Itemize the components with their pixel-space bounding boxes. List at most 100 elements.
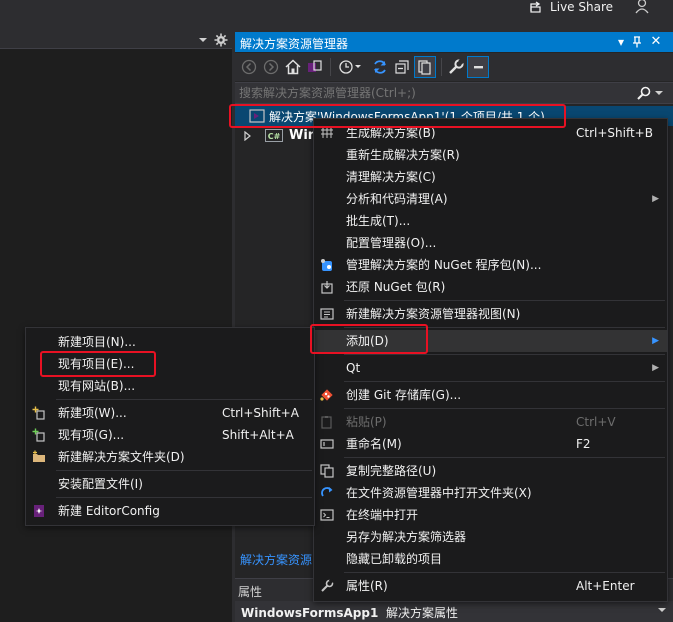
menu-separator (344, 457, 665, 458)
properties-object-selector[interactable]: WindowsFormsApp1 解决方案属性 (235, 601, 673, 622)
wrench-icon (321, 579, 334, 592)
gear-icon[interactable] (214, 33, 228, 47)
submenu-arrow-icon: ▶ (652, 194, 659, 204)
menu-item-open-in-explorer[interactable]: 在文件资源管理器中打开文件夹(X) (314, 482, 667, 504)
menu-item-label: 重新生成解决方案(R) (346, 148, 460, 162)
back-icon[interactable] (240, 58, 258, 76)
new-item-icon (32, 406, 45, 420)
menu-item-label: 分析和代码清理(A) (346, 192, 448, 206)
menu-item-restore-nuget[interactable]: 还原 NuGet 包(R) (314, 276, 667, 298)
chevron-down-icon[interactable] (657, 605, 667, 615)
preview-selected-items-button[interactable] (467, 56, 489, 78)
show-all-files-button[interactable] (414, 56, 436, 78)
expand-arrow-icon[interactable] (244, 131, 252, 141)
menu-item-create-git-repo[interactable]: 创建 Git 存储库(G)... (314, 384, 667, 406)
wrench-icon[interactable] (447, 58, 465, 76)
submenu-item-new-item[interactable]: 新建项(W)... Ctrl+Shift+A (26, 402, 314, 424)
submenu-item-existing-project[interactable]: 现有项目(E)... (26, 353, 314, 375)
menu-item-label: 管理解决方案的 NuGet 程序包(N)... (346, 258, 542, 272)
open-folder-icon (321, 487, 333, 497)
collapse-all-icon[interactable] (393, 58, 411, 76)
menu-item-open-in-terminal[interactable]: 在终端中打开 (314, 504, 667, 526)
menu-item-label: 新建项(W)... (58, 406, 127, 420)
close-button[interactable]: ✕ (649, 34, 663, 50)
forward-icon[interactable] (262, 58, 280, 76)
menu-item-label: 创建 Git 存储库(G)... (346, 388, 462, 402)
menu-item-hide-unloaded-projects[interactable]: 隐藏已卸载的项目 (314, 548, 667, 570)
submenu-item-install-profile[interactable]: 安装配置文件(I) (26, 473, 314, 495)
menu-item-label: 批生成(T)... (346, 214, 411, 228)
pending-changes-filter-icon[interactable] (338, 58, 362, 76)
submenu-item-new-solution-folder[interactable]: 新建解决方案文件夹(D) (26, 446, 314, 468)
solution-explorer-tab[interactable]: 解决方案资源 (240, 551, 312, 568)
menu-item-label: 新建解决方案资源管理器视图(N) (346, 307, 521, 321)
menu-item-new-explorer-view[interactable]: 新建解决方案资源管理器视图(N) (314, 303, 667, 325)
menu-item-copy-full-path[interactable]: 复制完整路径(U) (314, 460, 667, 482)
menu-item-shortcut: Ctrl+Shift+A (222, 406, 299, 420)
csharp-project-icon: C# (265, 129, 283, 142)
git-icon (320, 389, 333, 401)
new-view-icon (320, 308, 334, 320)
menu-item-save-as-filter[interactable]: 另存为解决方案筛选器 (314, 526, 667, 548)
window-position-button[interactable]: ▾ (614, 34, 628, 50)
menu-item-paste[interactable]: 粘贴(P) Ctrl+V (314, 411, 667, 433)
live-share-icon (530, 1, 541, 13)
new-folder-icon (33, 450, 45, 462)
show-all-files-icon (418, 60, 431, 75)
menu-item-configuration-manager[interactable]: 配置管理器(O)... (314, 232, 667, 254)
menu-item-build-solution[interactable]: 生成解决方案(B) Ctrl+Shift+B (314, 122, 667, 144)
tree-item-project[interactable]: C# Win (235, 127, 317, 145)
menu-item-batch-build[interactable]: 批生成(T)... (314, 210, 667, 232)
profile-icon[interactable] (635, 0, 651, 14)
menu-item-label: 重命名(M) (346, 437, 402, 451)
pin-icon[interactable] (631, 36, 643, 48)
solution-context-menu: 生成解决方案(B) Ctrl+Shift+B 重新生成解决方案(R) 清理解决方… (313, 118, 668, 602)
properties-object-text: WindowsFormsApp1 解决方案属性 (241, 604, 458, 621)
solution-explorer-search-input[interactable] (239, 83, 629, 103)
submenu-arrow-icon: ▶ (652, 363, 659, 373)
submenu-item-new-editorconfig[interactable]: 新建 EditorConfig (26, 500, 314, 522)
menu-item-analyze-code-cleanup[interactable]: 分析和代码清理(A) ▶ (314, 188, 667, 210)
menu-item-properties[interactable]: 属性(R) Alt+Enter (314, 575, 667, 597)
sync-icon[interactable] (371, 58, 389, 76)
switch-views-icon[interactable] (306, 58, 324, 76)
menu-item-label: 添加(D) (346, 334, 389, 348)
menu-item-rebuild-solution[interactable]: 重新生成解决方案(R) (314, 144, 667, 166)
properties-title: 属性 (238, 585, 263, 599)
home-icon[interactable] (284, 58, 302, 76)
menu-item-shortcut: F2 (576, 437, 591, 451)
menu-separator (56, 399, 312, 400)
menu-item-label: 复制完整路径(U) (346, 464, 437, 478)
toolbar-separator (330, 58, 331, 76)
search-icon[interactable] (637, 86, 651, 100)
menu-item-clean-solution[interactable]: 清理解决方案(C) (314, 166, 667, 188)
menu-separator (344, 381, 665, 382)
menu-item-manage-nuget[interactable]: 管理解决方案的 NuGet 程序包(N)... (314, 254, 667, 276)
live-share-button[interactable]: Live Share (530, 0, 613, 14)
toolbar-separator (441, 58, 442, 76)
menu-item-add[interactable]: 添加(D) ▶ (314, 330, 667, 352)
solution-explorer-title: 解决方案资源管理器 (240, 37, 349, 51)
menu-item-label: 粘贴(P) (346, 415, 387, 429)
submenu-item-existing-item[interactable]: 现有项(G)... Shift+Alt+A (26, 424, 314, 446)
menu-item-shortcut: Shift+Alt+A (222, 428, 294, 442)
menu-item-label: 在文件资源管理器中打开文件夹(X) (346, 486, 532, 500)
menu-item-qt[interactable]: Qt ▶ (314, 357, 667, 379)
editorconfig-icon (34, 505, 44, 517)
properties-object-type: 解决方案属性 (385, 606, 458, 620)
menu-item-rename[interactable]: 重命名(M) F2 (314, 433, 667, 455)
menu-item-label: 现有项目(E)... (58, 357, 135, 371)
chevron-down-icon[interactable] (198, 35, 208, 45)
menu-separator (344, 354, 665, 355)
live-share-label: Live Share (550, 0, 613, 14)
submenu-item-new-project[interactable]: 新建项目(N)... (26, 331, 314, 353)
nuget-icon (321, 259, 332, 271)
menu-item-shortcut: Alt+Enter (576, 579, 635, 593)
menu-separator (344, 327, 665, 328)
menu-separator (344, 408, 665, 409)
chevron-down-icon[interactable] (655, 89, 663, 97)
menu-item-label: 属性(R) (346, 579, 388, 593)
submenu-item-existing-website[interactable]: 现有网站(B)... (26, 375, 314, 397)
preview-icon (474, 66, 483, 69)
menu-item-label: 清理解决方案(C) (346, 170, 436, 184)
